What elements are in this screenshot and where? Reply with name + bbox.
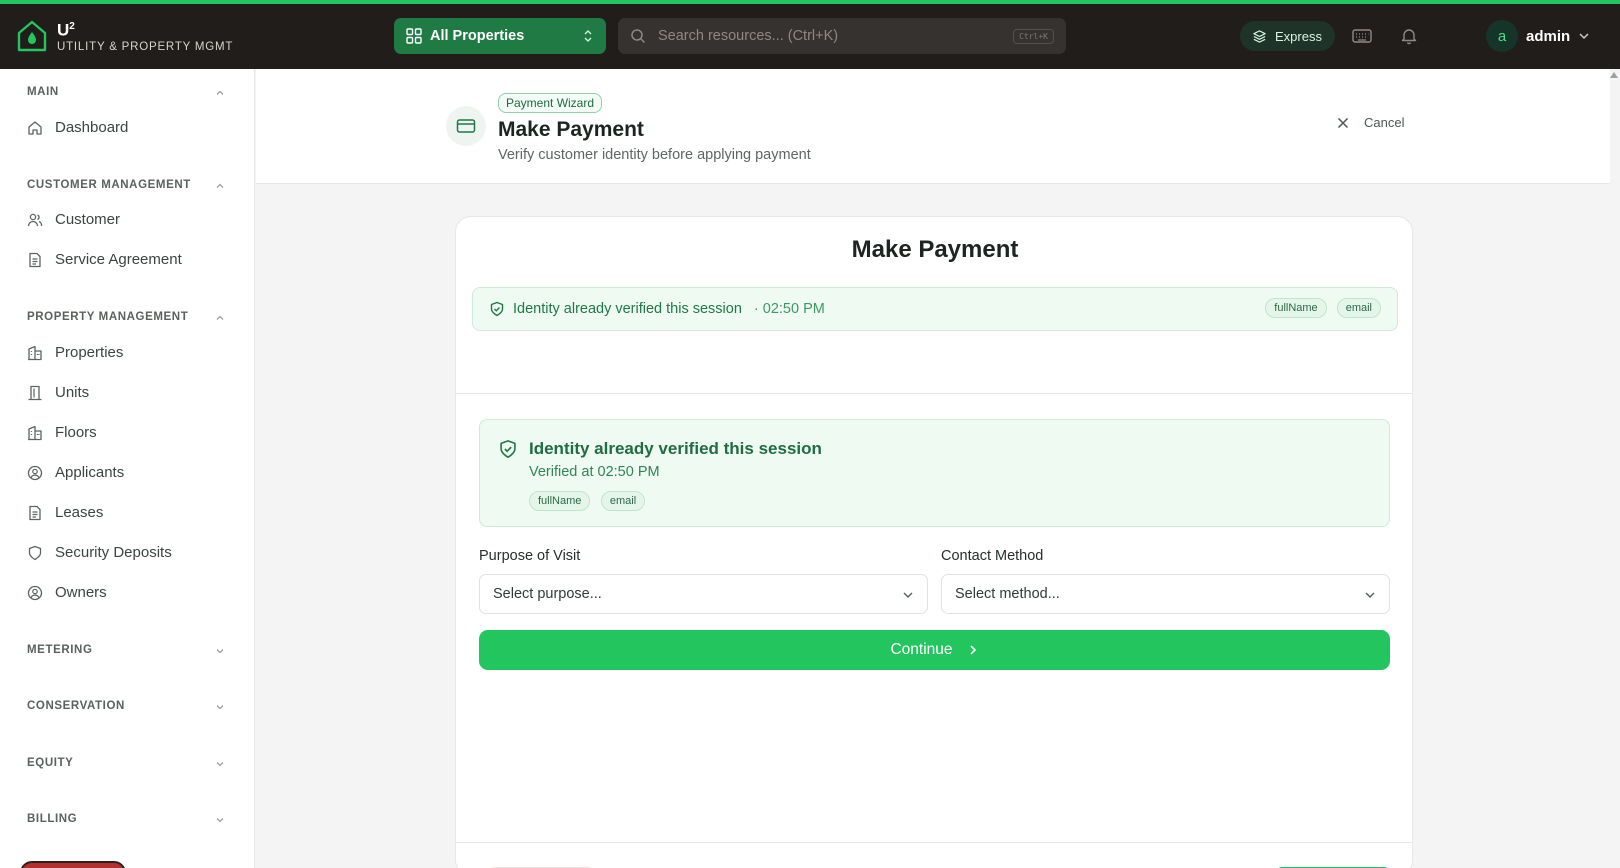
avatar: a bbox=[1486, 20, 1518, 52]
cancel-button[interactable]: Cancel bbox=[1336, 115, 1404, 130]
chevron-up-icon bbox=[216, 315, 224, 320]
sidebar-section-conservation[interactable]: CONSERVATION bbox=[27, 700, 225, 712]
sidebar-section-equity[interactable]: EQUITY bbox=[27, 757, 225, 769]
keyboard-shortcuts-button[interactable] bbox=[1350, 24, 1374, 48]
verified-bar-time: · 02:50 PM bbox=[753, 301, 825, 317]
sidebar-footer-button[interactable] bbox=[20, 861, 126, 868]
sidebar-section-main[interactable]: MAIN bbox=[27, 86, 225, 98]
sidebar-item-owners[interactable]: Owners bbox=[27, 584, 107, 601]
brand-subtitle: UTILITY & PROPERTY MGMT bbox=[57, 40, 234, 53]
door-icon bbox=[28, 385, 42, 400]
scrollbar[interactable] bbox=[1610, 69, 1620, 868]
divider bbox=[456, 393, 1412, 394]
search-bar[interactable]: Ctrl+K bbox=[618, 18, 1066, 54]
verified-field-chip: fullName bbox=[1265, 298, 1327, 318]
shield-check-icon bbox=[490, 301, 504, 317]
building-icon bbox=[28, 425, 42, 440]
sidebar-item-service-agreement[interactable]: Service Agreement bbox=[27, 251, 182, 268]
chevron-down-icon bbox=[1579, 33, 1589, 40]
sidebar-item-dashboard[interactable]: Dashboard bbox=[27, 119, 128, 136]
keyboard-icon bbox=[1352, 29, 1372, 43]
card-title: Make Payment bbox=[851, 236, 1019, 263]
layers-icon bbox=[1253, 29, 1266, 43]
credit-card-badge bbox=[446, 106, 486, 146]
top-bar: U2 UTILITY & PROPERTY MGMT All Propertie… bbox=[0, 4, 1620, 69]
verified-field-chip: fullName bbox=[529, 491, 591, 511]
user-circle-icon bbox=[27, 585, 43, 600]
chevron-up-icon bbox=[216, 90, 224, 95]
scroll-up-arrow-icon[interactable] bbox=[1610, 72, 1618, 78]
home-icon bbox=[28, 120, 42, 135]
document-icon bbox=[29, 252, 41, 267]
notifications-button[interactable] bbox=[1397, 24, 1421, 48]
continue-button[interactable]: Continue bbox=[479, 630, 1390, 670]
page-subtitle: Verify customer identity before applying… bbox=[498, 147, 811, 163]
search-icon bbox=[631, 29, 646, 44]
users-icon bbox=[27, 213, 43, 226]
verified-field-chip: email bbox=[1336, 298, 1381, 318]
search-shortcut-hint: Ctrl+K bbox=[1013, 29, 1054, 44]
chevron-down-icon bbox=[216, 818, 224, 823]
sidebar-item-security-deposits[interactable]: Security Deposits bbox=[27, 544, 172, 561]
building-icon bbox=[28, 345, 42, 360]
contact-select-value: Select method... bbox=[955, 586, 1060, 602]
chevron-down-icon bbox=[216, 762, 224, 767]
express-button[interactable]: Express bbox=[1240, 21, 1335, 51]
brand-name: U2 bbox=[57, 20, 75, 40]
property-selector[interactable]: All Properties bbox=[394, 18, 606, 54]
identity-verified-panel: Identity already verified this session V… bbox=[479, 419, 1390, 527]
chevron-down-icon bbox=[216, 649, 224, 654]
sidebar-item-customer[interactable]: Customer bbox=[27, 211, 120, 228]
credit-card-icon bbox=[456, 119, 476, 133]
shield-check-icon bbox=[500, 440, 516, 458]
card-footer-divider bbox=[456, 842, 1412, 843]
verified-panel-subtitle: Verified at 02:50 PM bbox=[529, 464, 660, 480]
payment-card: Make Payment Identity already verified t… bbox=[455, 216, 1413, 868]
sidebar-item-units[interactable]: Units bbox=[27, 384, 89, 401]
brand[interactable]: U2 UTILITY & PROPERTY MGMT bbox=[16, 18, 233, 54]
verified-status-bar: Identity already verified this session ·… bbox=[472, 287, 1398, 331]
sidebar-item-applicants[interactable]: Applicants bbox=[27, 464, 124, 481]
chevron-down-icon bbox=[903, 592, 913, 598]
verified-bar-text: Identity already verified this session bbox=[513, 301, 742, 317]
property-selector-label: All Properties bbox=[430, 28, 525, 44]
page-header: Payment Wizard Make Payment Verify custo… bbox=[256, 69, 1620, 184]
sidebar-item-properties[interactable]: Properties bbox=[27, 344, 123, 361]
user-circle-icon bbox=[27, 465, 43, 480]
house-drop-logo-icon bbox=[17, 20, 47, 52]
contact-method-label: Contact Method bbox=[941, 548, 1044, 564]
chevron-down-icon bbox=[216, 705, 224, 710]
document-icon bbox=[29, 505, 41, 520]
purpose-select-value: Select purpose... bbox=[493, 586, 602, 602]
user-name: admin bbox=[1526, 27, 1571, 45]
express-label: Express bbox=[1275, 28, 1322, 44]
close-icon bbox=[1337, 117, 1349, 128]
sidebar-section-property-management[interactable]: PROPERTY MANAGEMENT bbox=[27, 311, 225, 323]
contact-method-select[interactable]: Select method... bbox=[941, 574, 1390, 614]
sidebar-section-customer-management[interactable]: CUSTOMER MANAGEMENT bbox=[27, 179, 225, 191]
search-input[interactable] bbox=[658, 28, 998, 44]
wizard-tag: Payment Wizard bbox=[498, 93, 603, 113]
shield-icon bbox=[28, 545, 42, 560]
chevron-up-down-icon bbox=[584, 30, 592, 42]
verified-field-chip: email bbox=[600, 491, 646, 511]
sidebar-item-leases[interactable]: Leases bbox=[27, 504, 103, 521]
sidebar-item-floors[interactable]: Floors bbox=[27, 424, 97, 441]
purpose-of-visit-label: Purpose of Visit bbox=[479, 548, 581, 564]
chevron-down-icon bbox=[1365, 592, 1375, 598]
page-title: Make Payment bbox=[498, 118, 644, 141]
verified-panel-title: Identity already verified this session bbox=[529, 439, 822, 458]
sidebar: MAIN Dashboard CUSTOMER MANAGEMENT Custo… bbox=[0, 69, 255, 868]
chevron-right-icon bbox=[969, 645, 976, 655]
chevron-up-icon bbox=[216, 183, 224, 188]
bell-icon bbox=[1401, 29, 1417, 45]
sidebar-section-metering[interactable]: METERING bbox=[27, 644, 225, 656]
sidebar-section-billing[interactable]: BILLING bbox=[27, 813, 225, 825]
grid-icon bbox=[406, 28, 422, 44]
user-menu[interactable]: a admin bbox=[1486, 20, 1590, 52]
purpose-of-visit-select[interactable]: Select purpose... bbox=[479, 574, 928, 614]
